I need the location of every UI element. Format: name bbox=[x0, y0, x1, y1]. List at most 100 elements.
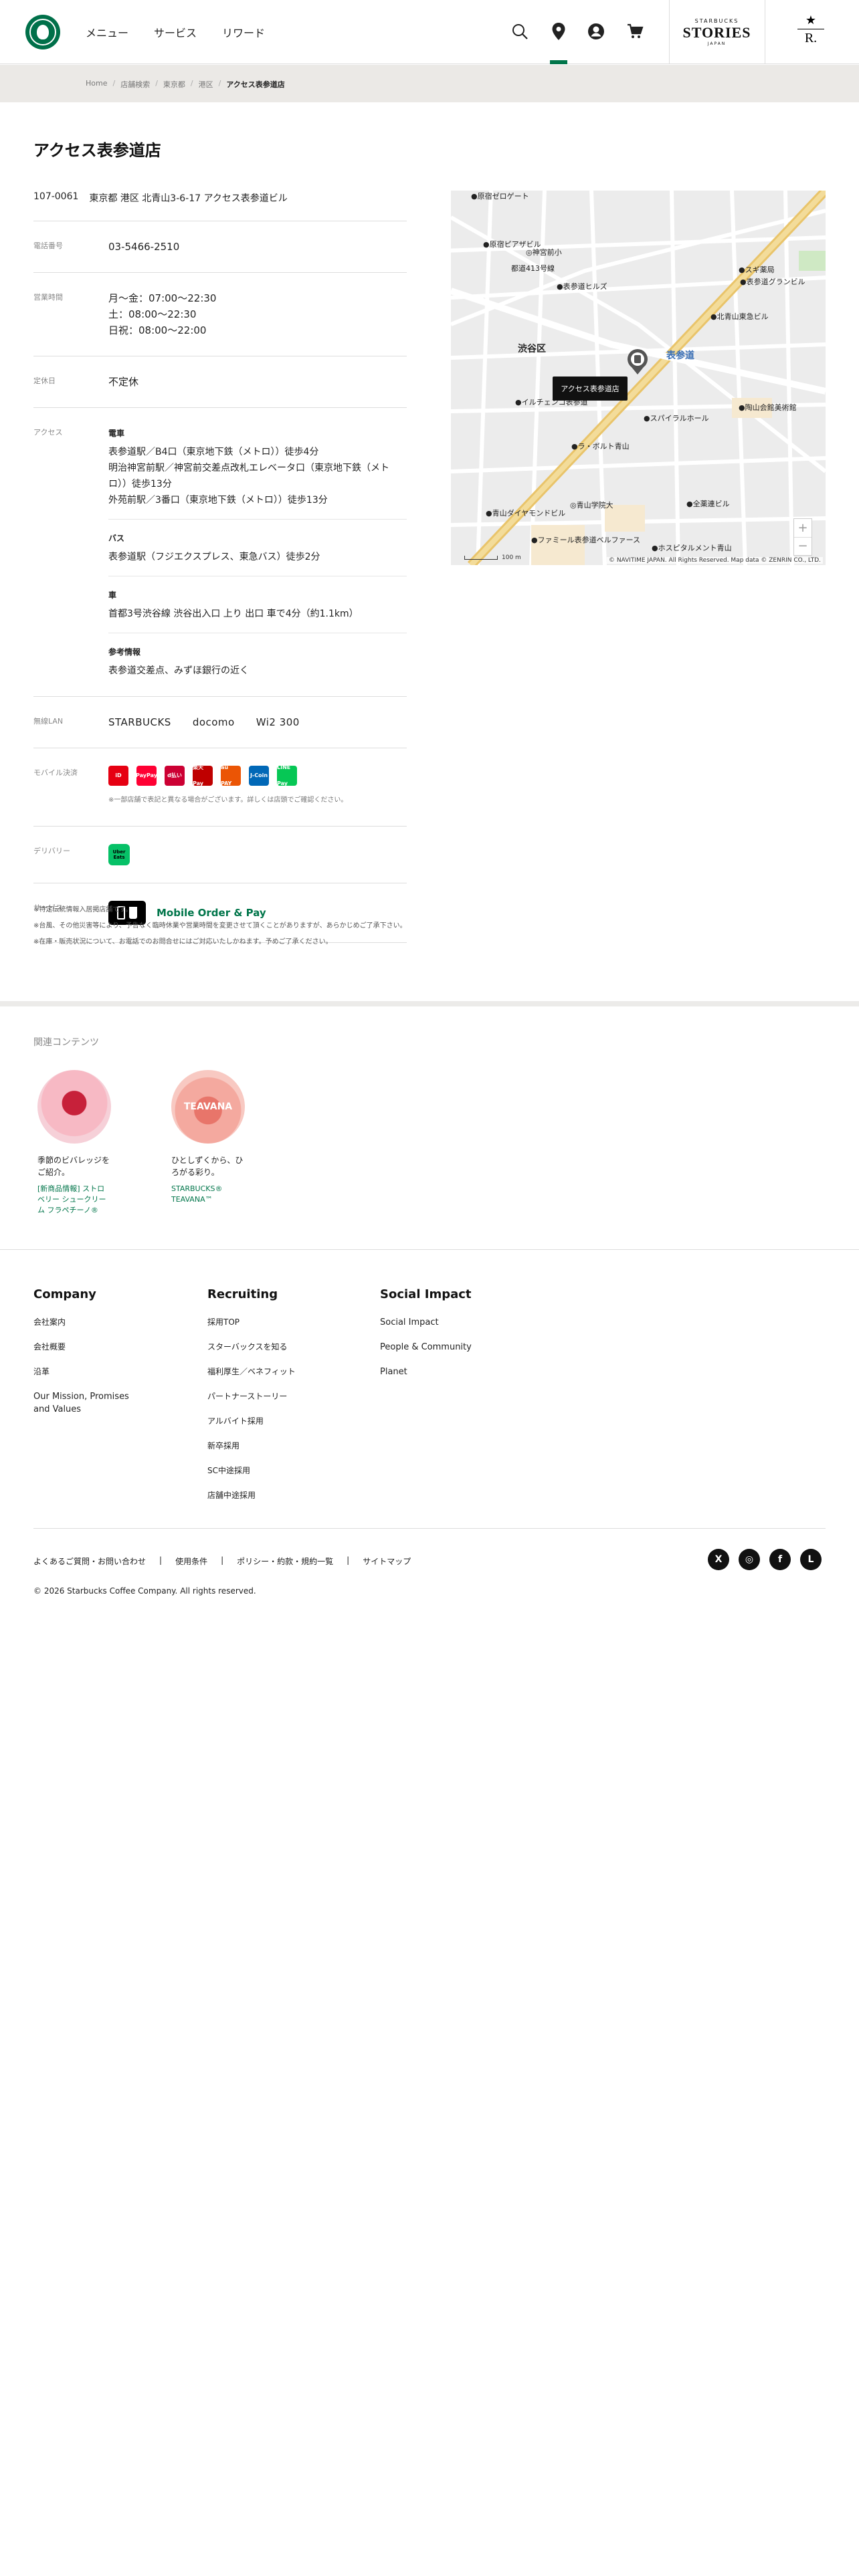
instagram-icon[interactable]: ◎ bbox=[739, 1549, 760, 1570]
logo-ring bbox=[29, 19, 56, 45]
footer-link[interactable]: 会社案内 bbox=[33, 1316, 134, 1329]
copyright: © 2026 Starbucks Coffee Company. All rig… bbox=[33, 1586, 256, 1596]
payment-icon: iD bbox=[108, 766, 128, 786]
footer-recruiting: Recruiting 採用TOP スターバックスを知る 福利厚生／ベネフィット … bbox=[207, 1287, 341, 1514]
breadcrumb-bar: Home / 店舗検索 / 東京都 / 港区 / アクセス表参道店 bbox=[0, 65, 859, 102]
map-poi: ●原宿ゼロゲート bbox=[471, 192, 529, 201]
terms-link[interactable]: 使用条件 bbox=[175, 1555, 207, 1567]
related-link[interactable]: STARBUCKS® TEAVANA™ bbox=[171, 1184, 245, 1205]
access-reference: 参考情報 表参道交差点、みずほ銀行の近く bbox=[108, 644, 407, 679]
footer-company: Company 会社案内 会社概要 沿革 Our Mission, Promis… bbox=[33, 1287, 134, 1428]
footer-link[interactable]: 福利厚生／ベネフィット bbox=[207, 1366, 341, 1378]
map-poi: ●全薬連ビル bbox=[686, 500, 730, 508]
access-heading: バス bbox=[108, 534, 125, 543]
payment-icon: J-Coin bbox=[249, 766, 269, 786]
search-icon[interactable] bbox=[508, 20, 531, 43]
zoom-out-button[interactable]: − bbox=[794, 538, 812, 556]
store-map[interactable]: ●原宿ゼロゲート ●原宿ピアザビル ◎神宮前小 都道413号線 ●表参道ヒルズ … bbox=[451, 191, 826, 565]
footer-divider bbox=[33, 1528, 826, 1529]
footer-link[interactable]: 会社概要 bbox=[33, 1341, 134, 1354]
x-icon[interactable]: X bbox=[708, 1549, 729, 1570]
note-item: ※在庫・販売状況について、お電話でのお問合せにはご対応いたしかねます。予めご了承… bbox=[33, 938, 332, 946]
footer-link[interactable]: 採用TOP bbox=[207, 1316, 341, 1329]
map-poi: ●青山ダイヤモンドビル bbox=[486, 509, 566, 518]
breadcrumb: Home / 店舗検索 / 東京都 / 港区 / アクセス表参道店 bbox=[86, 79, 285, 90]
footer-link[interactable]: Our Mission, Promises and Values bbox=[33, 1390, 134, 1416]
account-icon[interactable] bbox=[585, 20, 607, 43]
footer-link[interactable]: Planet bbox=[380, 1366, 527, 1378]
sitemap-link[interactable]: サイトマップ bbox=[363, 1555, 411, 1567]
uber-eats-icon[interactable]: Uber Eats bbox=[108, 844, 130, 865]
footer-link[interactable]: SC中途採用 bbox=[207, 1465, 341, 1477]
hours-sunday: 日祝：08:00〜22:00 bbox=[108, 324, 207, 336]
footer-link[interactable]: 沿革 bbox=[33, 1366, 134, 1378]
policy-link[interactable]: ポリシー・約款・規約一覧 bbox=[237, 1555, 333, 1567]
map-poi: ●ホスピタルメント青山 bbox=[652, 544, 732, 552]
phone-number[interactable]: 03-5466-2510 bbox=[108, 239, 407, 255]
footer-link[interactable]: People & Community bbox=[380, 1341, 527, 1354]
active-nav-indicator bbox=[550, 60, 567, 64]
map-poi: ◎神宮前小 bbox=[526, 248, 562, 257]
zoom-in-button[interactable]: + bbox=[794, 519, 812, 538]
wlan-label: 無線LAN bbox=[33, 717, 64, 726]
footer-link[interactable]: アルバイト採用 bbox=[207, 1415, 341, 1428]
mobile-pay-label: モバイル決済 bbox=[33, 768, 78, 777]
related-link[interactable]: [新商品情報] ストロベリー シュークリーム フラペチーノ® bbox=[37, 1184, 111, 1216]
stories-brand: STARBUCKS bbox=[694, 18, 739, 24]
access-label: アクセス bbox=[33, 428, 63, 437]
footer-link[interactable]: 新卒採用 bbox=[207, 1440, 341, 1453]
footer-divider bbox=[0, 1249, 859, 1250]
store-title: アクセス表参道店 bbox=[33, 141, 161, 160]
footer-bottom-links: よくあるご質問・お問い合わせ | 使用条件 | ポリシー・約款・規約一覧 | サイトマ… bbox=[33, 1555, 411, 1567]
map-poi: ●スギ薬局 bbox=[739, 265, 775, 274]
map-poi: ●表参道ヒルズ bbox=[557, 282, 607, 291]
facebook-icon[interactable]: f bbox=[769, 1549, 791, 1570]
store-info: 107-0061 東京都 港区 北青山3-6-17 アクセス表参道ビル 電話番号… bbox=[33, 175, 407, 943]
scale-label: 100 m bbox=[502, 554, 521, 561]
social-icons: X ◎ f L bbox=[708, 1549, 822, 1570]
related-caption: 季節のビバレッジをご紹介。 bbox=[37, 1156, 110, 1177]
footer-heading: Recruiting bbox=[207, 1287, 278, 1301]
mobile-pay-list: iD PayPay d払い 楽天Pay au PAY J-Coin LINE Pay ※一部… bbox=[108, 764, 407, 809]
starbucks-logo[interactable] bbox=[25, 15, 60, 49]
access-heading: 車 bbox=[108, 591, 117, 600]
note-item: ※台風、その他災害等により、予告なく臨時休業や営業時間を変更させて頂くことがあり… bbox=[33, 922, 407, 930]
payment-icon: LINE Pay bbox=[277, 764, 297, 786]
crumb-home[interactable]: Home bbox=[86, 79, 107, 90]
stories-link[interactable]: STARBUCKS STORIES JAPAN bbox=[669, 0, 765, 64]
phone-row: 電話番号 03-5466-2510 bbox=[33, 221, 407, 273]
map-poi: ●ラ・ボルト青山 bbox=[571, 442, 630, 451]
footer-heading: Company bbox=[33, 1287, 96, 1301]
related-card[interactable]: TEAVANA ひとしずくから、ひろがる彩り。 STARBUCKS® TEAVA… bbox=[171, 1070, 245, 1205]
access-text: 首都3号渋谷線 渋谷出入口 上り 出口 車で4分（約1.1km） bbox=[108, 609, 359, 619]
footer-link[interactable]: パートナーストーリー bbox=[207, 1390, 341, 1403]
access-list: 電車 表参道駅／B4口（東京地下鉄（メトロ））徒歩4分 明治神宮前駅／神宮前交差… bbox=[108, 425, 407, 679]
faq-link[interactable]: よくあるご質問・お問い合わせ bbox=[33, 1555, 146, 1567]
store-locator-icon[interactable] bbox=[547, 20, 570, 43]
map-scale: 100 m bbox=[464, 554, 521, 561]
related-card[interactable]: 季節のビバレッジをご紹介。 [新商品情報] ストロベリー シュークリーム フラペ… bbox=[37, 1070, 111, 1216]
address: 東京都 港区 北青山3-6-17 アクセス表参道ビル bbox=[89, 193, 288, 204]
nav-service[interactable]: サービス bbox=[154, 24, 197, 40]
hours-list: 月〜金：07:00〜22:30 土：08:00〜22:30 日祝：08:00〜2… bbox=[108, 290, 407, 338]
cart-icon[interactable] bbox=[624, 20, 646, 43]
crumb-prefecture[interactable]: 東京都 bbox=[163, 79, 185, 90]
reserve-link[interactable]: ★ R. bbox=[797, 15, 824, 51]
crumb-store-search[interactable]: 店舗検索 bbox=[120, 79, 150, 90]
store-pin-icon[interactable] bbox=[626, 348, 649, 375]
related-caption: ひとしずくから、ひろがる彩り。 bbox=[171, 1156, 244, 1177]
crumb-ward[interactable]: 港区 bbox=[199, 79, 213, 90]
access-bus: バス 表参道駅（フジエクスプレス、東急バス）徒歩2分 bbox=[108, 530, 407, 576]
footer-link[interactable]: 店舗中途採用 bbox=[207, 1489, 341, 1502]
wlan-wi2: Wi2 300 bbox=[256, 716, 300, 728]
footer-link[interactable]: Social Impact bbox=[380, 1316, 527, 1329]
footer-link[interactable]: スターバックスを知る bbox=[207, 1341, 341, 1354]
access-row: アクセス 電車 表参道駅／B4口（東京地下鉄（メトロ））徒歩4分 明治神宮前駅／… bbox=[33, 408, 407, 697]
reserve-star-icon: ★ bbox=[805, 13, 817, 27]
map-poi: ●表参道グランビル bbox=[740, 278, 805, 286]
stories-title: STORIES bbox=[682, 24, 751, 41]
nav-rewards[interactable]: リワード bbox=[222, 24, 265, 40]
access-text: 表参道駅／B4口（東京地下鉄（メトロ））徒歩4分 明治神宮前駅／神宮前交差点改札… bbox=[108, 447, 389, 506]
line-icon[interactable]: L bbox=[800, 1549, 822, 1570]
nav-menu[interactable]: メニュー bbox=[86, 24, 128, 40]
